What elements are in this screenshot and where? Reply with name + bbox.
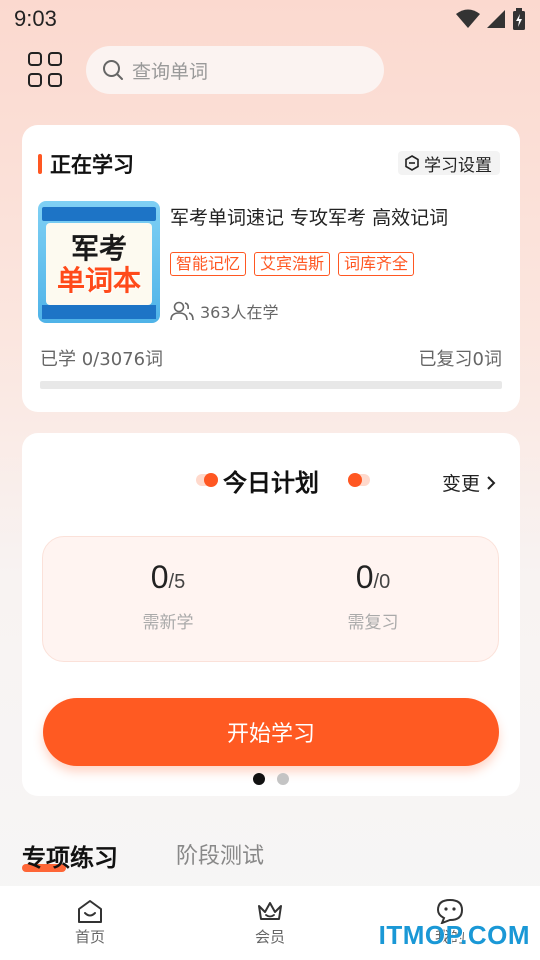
learner-count-text: 363人在学 [200, 303, 279, 322]
cover-title-line2: 单词本 [56, 264, 141, 297]
current-learning-title: 正在学习 [50, 153, 134, 177]
signal-icon [487, 10, 505, 28]
reviewed-count: 已复习0词 [418, 349, 502, 370]
title-decoration-right [348, 473, 370, 487]
chevron-right-icon [487, 475, 496, 490]
page-indicator [22, 773, 520, 785]
search-placeholder: 查询单词 [132, 60, 209, 83]
page-dot-active[interactable] [253, 773, 265, 785]
nav-home[interactable]: 首页 [0, 886, 180, 960]
learned-count: 已学 0/3076词 [40, 349, 164, 370]
title-accent-bar [38, 154, 42, 174]
tab-special-practice[interactable]: 专项练习 [22, 838, 118, 873]
status-time: 9:03 [14, 6, 57, 31]
grid-menu-icon[interactable] [28, 52, 64, 88]
new-words-label: 需新学 [142, 613, 194, 633]
nav-home-label: 首页 [74, 928, 105, 946]
today-plan-card: 今日计划 变更 0/5 需新学 0/0 需复习 开始学习 [22, 433, 520, 796]
nav-vip[interactable]: 会员 [180, 886, 360, 960]
search-icon [103, 60, 123, 80]
cover-bottom-banner [42, 305, 156, 319]
wifi-icon [456, 9, 480, 28]
watermark: ITMOP.COM [378, 920, 530, 950]
change-plan-label: 变更 [441, 473, 480, 495]
status-bar: 9:03 [0, 0, 540, 38]
new-words-stat: 0/5 需新学 [68, 559, 268, 633]
change-plan-button[interactable]: 变更 [442, 469, 496, 496]
status-icons [456, 8, 526, 30]
review-words-label: 需复习 [347, 613, 399, 633]
nav-vip-label: 会员 [254, 928, 285, 946]
section-title: 正在学习 [38, 151, 134, 177]
book-cover[interactable]: 军考 单词本 [38, 201, 160, 323]
learner-count: 363人在学 [170, 299, 279, 323]
new-words-total: /5 [168, 571, 186, 593]
book-tag: 艾宾浩斯 [254, 252, 331, 276]
learning-progress-bar [40, 381, 502, 389]
current-learning-card: 正在学习 学习设置 军考 单词本 军考单词速记 专攻军考 高效记词 智能记忆 艾… [22, 125, 520, 412]
study-settings-button[interactable]: 学习设置 [398, 151, 500, 176]
book-tag: 词库齐全 [338, 252, 415, 276]
header: 查询单词 [0, 44, 540, 96]
plan-stats-box: 0/5 需新学 0/0 需复习 [42, 536, 499, 662]
crown-icon [258, 902, 282, 920]
practice-tabs: 专项练习 阶段测试 [0, 834, 540, 886]
book-tags: 智能记忆 艾宾浩斯 词库齐全 [170, 252, 415, 276]
review-words-count: 0 [355, 559, 374, 595]
study-settings-label: 学习设置 [424, 155, 492, 176]
page-dot[interactable] [277, 773, 289, 785]
settings-icon [405, 155, 419, 171]
book-tag: 智能记忆 [170, 252, 247, 276]
users-icon [170, 301, 194, 321]
new-words-count: 0 [150, 559, 169, 595]
review-words-total: /0 [373, 571, 391, 593]
review-words-stat: 0/0 需复习 [273, 559, 473, 633]
tab-stage-test[interactable]: 阶段测试 [176, 838, 264, 870]
battery-icon [513, 8, 525, 30]
home-icon [78, 900, 102, 923]
search-input[interactable]: 查询单词 [86, 46, 384, 94]
cover-banner [42, 207, 156, 221]
book-title[interactable]: 军考单词速记 专攻军考 高效记词 [170, 203, 448, 230]
start-learning-button[interactable]: 开始学习 [43, 698, 499, 766]
